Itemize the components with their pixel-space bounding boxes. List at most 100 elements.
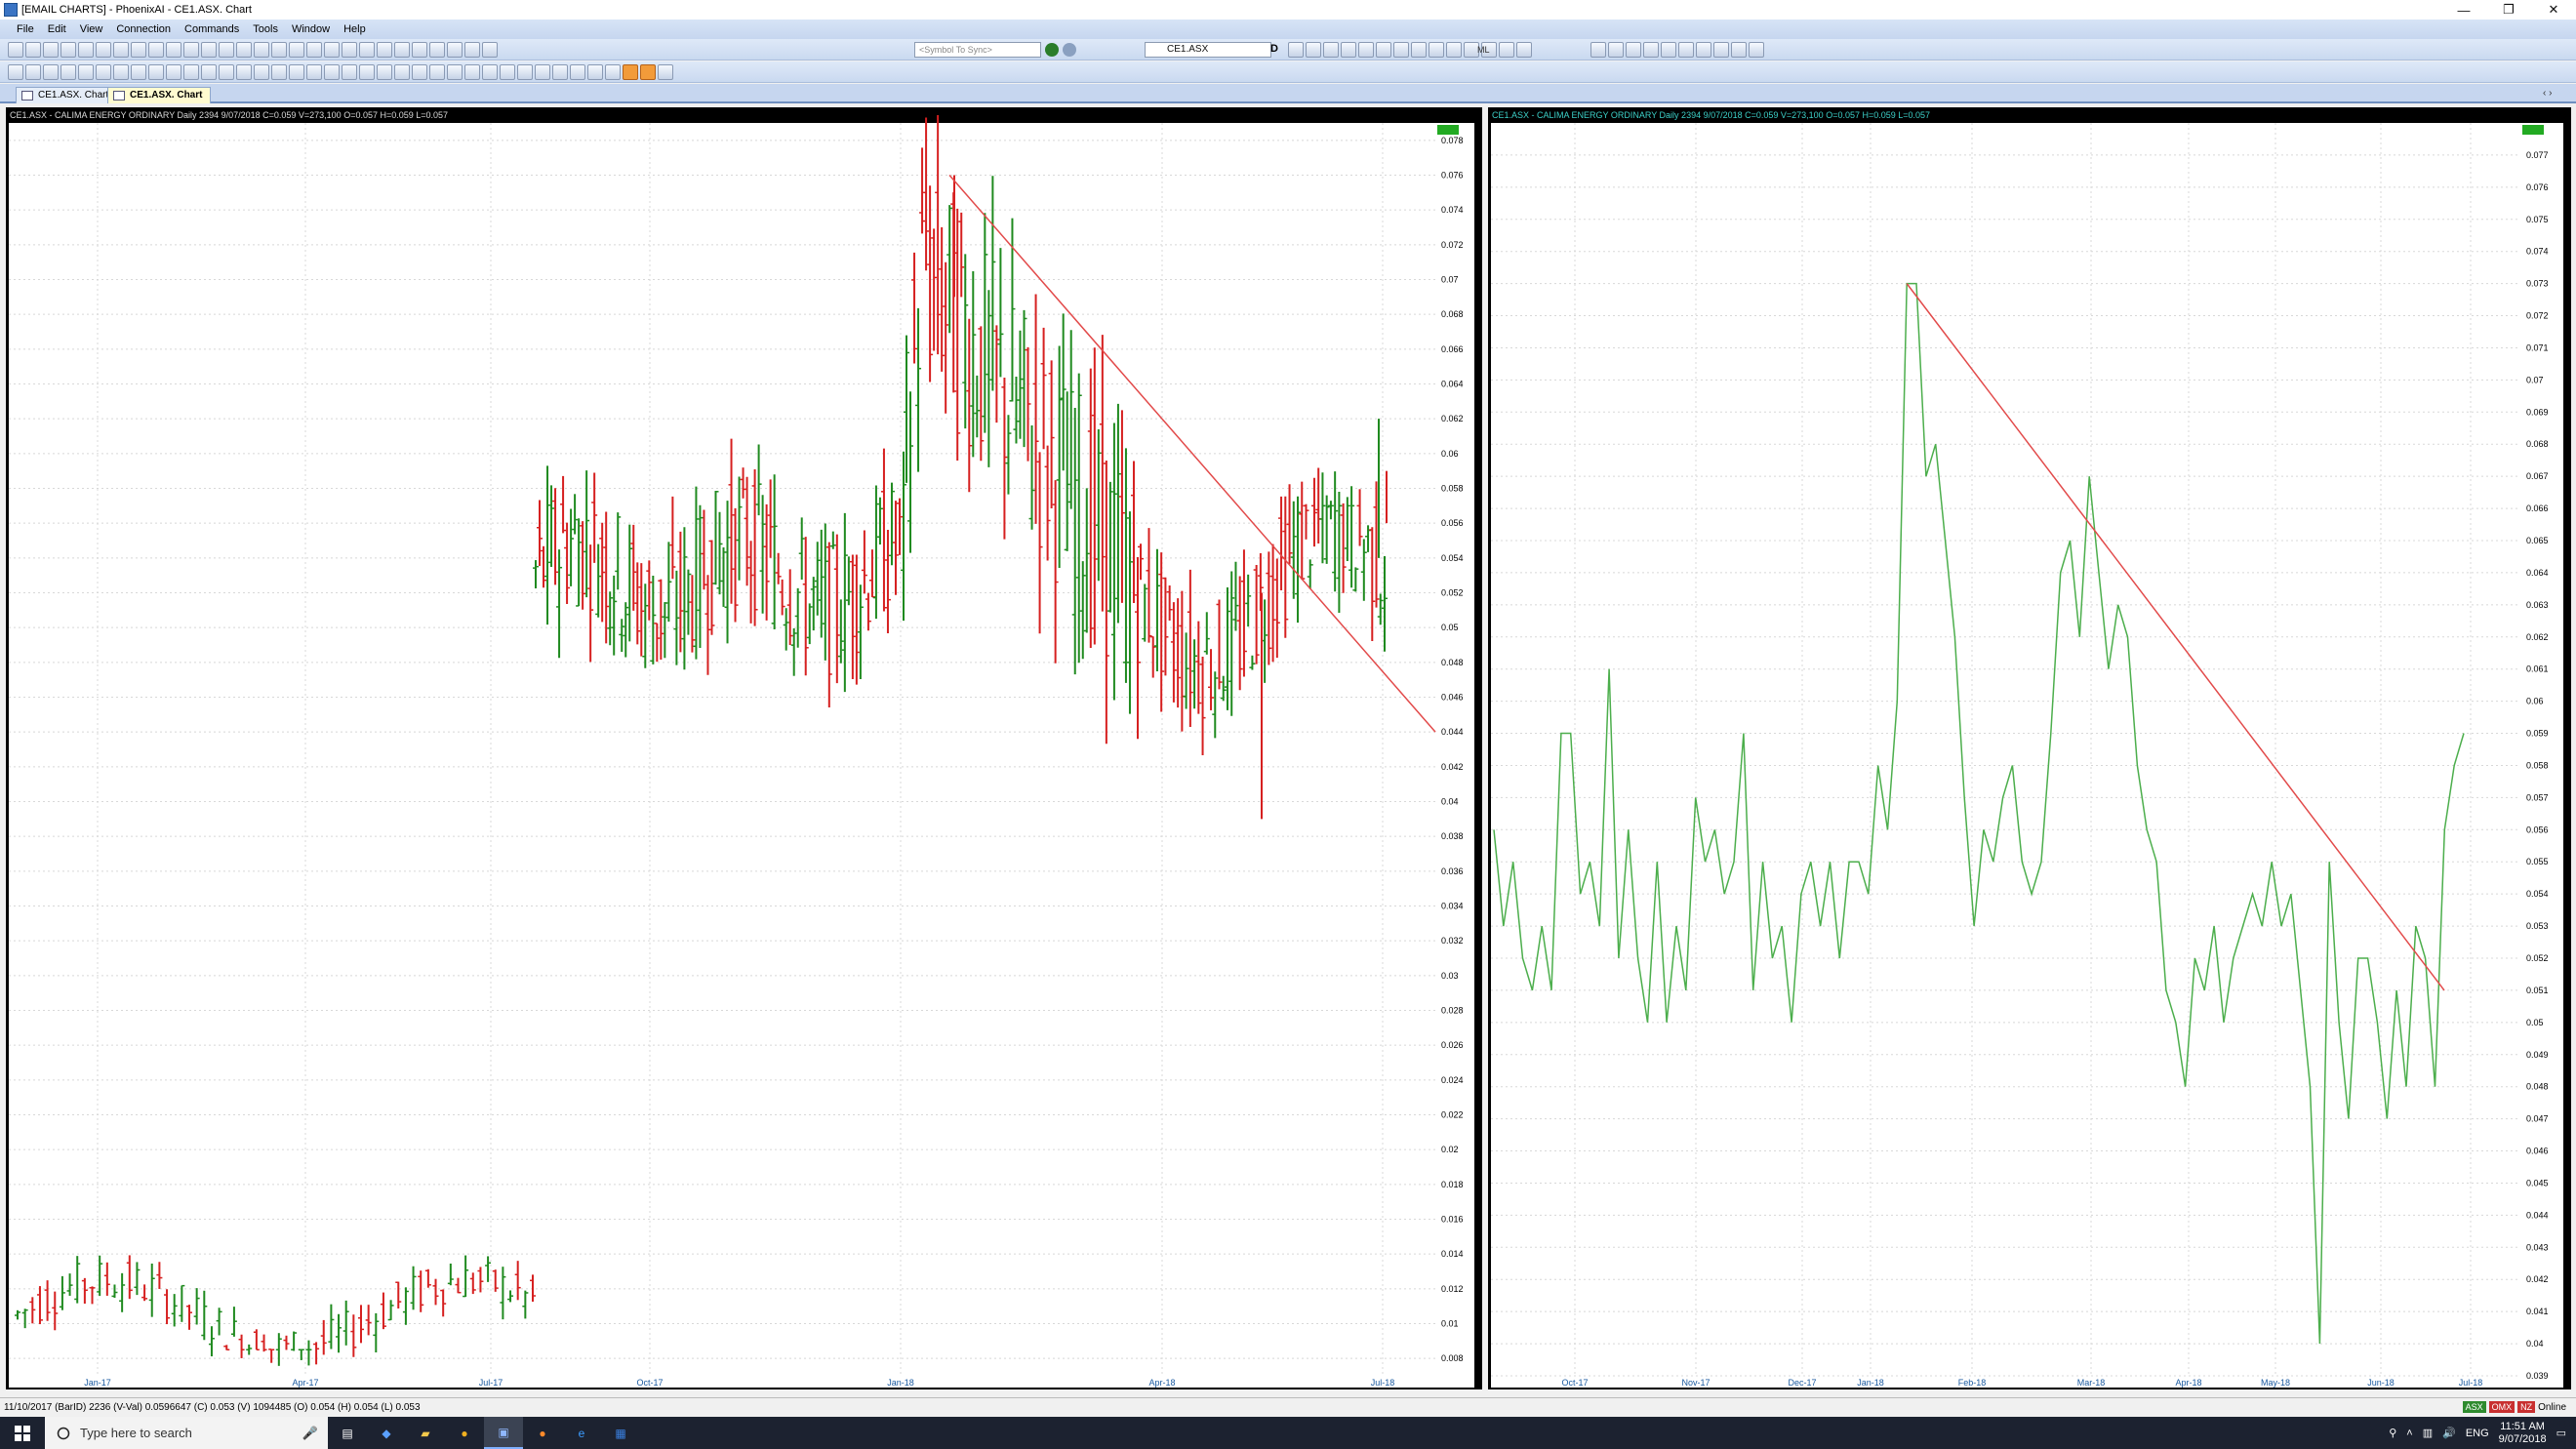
layout-tool-button[interactable]	[1731, 42, 1747, 58]
menu-tools[interactable]: Tools	[246, 23, 285, 35]
toolbar-tool-button[interactable]	[25, 42, 41, 58]
toolbar-tool-button[interactable]	[236, 42, 252, 58]
drawing-tool-button[interactable]	[605, 64, 621, 80]
outlook-icon[interactable]: ▦	[601, 1417, 640, 1449]
menu-file[interactable]: File	[10, 23, 41, 35]
chart-tool-button[interactable]	[1411, 42, 1427, 58]
toolbar-tool-button[interactable]	[342, 42, 357, 58]
store-icon[interactable]: ◆	[367, 1417, 406, 1449]
drawing-tool-button[interactable]	[166, 64, 181, 80]
drawing-tool-button[interactable]	[324, 64, 340, 80]
start-button[interactable]	[0, 1417, 45, 1449]
toolbar-tool-button[interactable]	[394, 42, 410, 58]
drawing-tool-button[interactable]	[113, 64, 129, 80]
drawing-tool-button[interactable]	[535, 64, 550, 80]
drawing-tool-button[interactable]	[587, 64, 603, 80]
toolbar-tool-button[interactable]	[166, 42, 181, 58]
drawing-tool-button[interactable]	[623, 64, 638, 80]
toolbar-tool-button[interactable]	[131, 42, 146, 58]
microphone-icon[interactable]: 🎤	[302, 1426, 318, 1441]
drawing-tool-button[interactable]	[377, 64, 392, 80]
layout-tool-button[interactable]	[1678, 42, 1694, 58]
edge-icon[interactable]: e	[562, 1417, 601, 1449]
drawing-tool-button[interactable]	[447, 64, 463, 80]
toolbar-tool-button[interactable]	[148, 42, 164, 58]
layout-tool-button[interactable]	[1608, 42, 1624, 58]
drawing-tool-button[interactable]	[570, 64, 585, 80]
menu-commands[interactable]: Commands	[178, 23, 246, 35]
toolbar-tool-button[interactable]	[78, 42, 94, 58]
toolbar-tool-button[interactable]	[482, 42, 498, 58]
drawing-tool-button[interactable]	[271, 64, 287, 80]
drawing-tool-button[interactable]	[464, 64, 480, 80]
right-chart-panel[interactable]: CE1.ASX - CALIMA ENERGY ORDINARY Daily 2…	[1488, 107, 2571, 1389]
taskbar-search[interactable]: Type here to search 🎤	[45, 1417, 328, 1449]
chart-tool-button[interactable]	[1516, 42, 1532, 58]
task-view-icon[interactable]: ▤	[328, 1417, 367, 1449]
toolbar-tool-button[interactable]	[96, 42, 111, 58]
drawing-tool-button[interactable]	[43, 64, 59, 80]
menu-help[interactable]: Help	[337, 23, 373, 35]
menu-connection[interactable]: Connection	[109, 23, 178, 35]
drawing-tool-button[interactable]	[201, 64, 217, 80]
menu-window[interactable]: Window	[285, 23, 337, 35]
layout-tool-button[interactable]	[1749, 42, 1764, 58]
minimize-button[interactable]: —	[2441, 0, 2486, 20]
drawing-tool-button[interactable]	[412, 64, 427, 80]
layout-tool-button[interactable]	[1661, 42, 1676, 58]
drawing-tool-button[interactable]	[289, 64, 304, 80]
people-icon[interactable]: ⚲	[2389, 1427, 2396, 1439]
toolbar-tool-button[interactable]	[254, 42, 269, 58]
sync-link-icon[interactable]	[1045, 43, 1059, 57]
toolbar-tool-button[interactable]	[113, 42, 129, 58]
clock[interactable]: 11:51 AM 9/07/2018	[2499, 1421, 2547, 1446]
ml-label[interactable]: ML	[1477, 45, 1490, 55]
layout-tool-button[interactable]	[1643, 42, 1659, 58]
toolbar-tool-button[interactable]	[464, 42, 480, 58]
toolbar-tool-button[interactable]	[271, 42, 287, 58]
drawing-tool-button[interactable]	[552, 64, 568, 80]
chrome-icon[interactable]: ●	[445, 1417, 484, 1449]
drawing-tool-button[interactable]	[517, 64, 533, 80]
tab-scroll-arrows[interactable]: ‹ ›	[2543, 88, 2552, 99]
drawing-tool-button[interactable]	[96, 64, 111, 80]
drawing-tool-button[interactable]	[429, 64, 445, 80]
chart-tool-button[interactable]	[1341, 42, 1356, 58]
drawing-tool-button[interactable]	[131, 64, 146, 80]
toolbar-tool-button[interactable]	[447, 42, 463, 58]
drawing-tool-button[interactable]	[640, 64, 656, 80]
chart-tool-button[interactable]	[1499, 42, 1514, 58]
language-indicator[interactable]: ENG	[2466, 1428, 2489, 1439]
toolbar-tool-button[interactable]	[8, 42, 23, 58]
tray-overflow-icon[interactable]: ˄	[2406, 1428, 2412, 1439]
layout-tool-button[interactable]	[1626, 42, 1641, 58]
toolbar-tool-button[interactable]	[60, 42, 76, 58]
toolbar-tool-button[interactable]	[306, 42, 322, 58]
toolbar-tool-button[interactable]	[359, 42, 375, 58]
chart-tool-button[interactable]	[1429, 42, 1444, 58]
phoenix-app-icon[interactable]: ▣	[484, 1417, 523, 1449]
drawing-tool-button[interactable]	[25, 64, 41, 80]
firefox-icon[interactable]: ●	[523, 1417, 562, 1449]
drawing-tool-button[interactable]	[254, 64, 269, 80]
close-button[interactable]: ✕	[2531, 0, 2576, 20]
drawing-tool-button[interactable]	[219, 64, 234, 80]
drawing-tool-button[interactable]	[78, 64, 94, 80]
toolbar-tool-button[interactable]	[324, 42, 340, 58]
chart-tool-button[interactable]	[1376, 42, 1391, 58]
left-chart-panel[interactable]: CE1.ASX - CALIMA ENERGY ORDINARY Daily 2…	[6, 107, 1482, 1389]
toolbar-tool-button[interactable]	[289, 42, 304, 58]
tab-chart-1[interactable]: CE1.ASX. Chart	[16, 87, 118, 103]
symbol-sync-input[interactable]: <Symbol To Sync>	[914, 42, 1041, 58]
drawing-tool-button[interactable]	[342, 64, 357, 80]
restore-button[interactable]: ❐	[2486, 0, 2531, 20]
drawing-tool-button[interactable]	[394, 64, 410, 80]
drawing-tool-button[interactable]	[236, 64, 252, 80]
toolbar-tool-button[interactable]	[43, 42, 59, 58]
layout-tool-button[interactable]	[1713, 42, 1729, 58]
chart-tool-button[interactable]	[1323, 42, 1339, 58]
volume-icon[interactable]: 🔊	[2442, 1427, 2456, 1439]
network-icon[interactable]: ▥	[2423, 1427, 2433, 1439]
chart-tool-button[interactable]	[1288, 42, 1304, 58]
symbol-input[interactable]: CE1.ASX	[1145, 42, 1271, 58]
